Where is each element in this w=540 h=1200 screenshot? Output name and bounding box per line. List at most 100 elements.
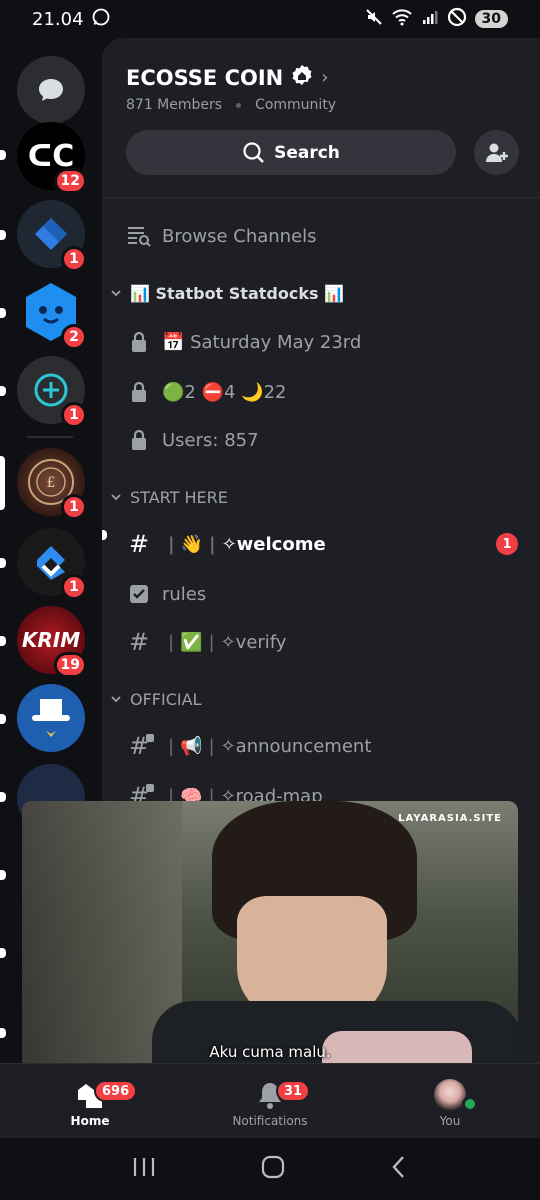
server-icon-blue-diamond[interactable]: 1 [17,200,87,272]
do-not-disturb-icon [447,7,467,32]
unread-badge: 1 [496,533,518,555]
server-name: ECOSSE COIN [126,65,284,90]
channel-announcement[interactable]: # | 📢 | ✧announcement [102,726,540,766]
voice-channel-users[interactable]: Users: 857 [102,420,540,460]
separator-bar: | [208,735,215,757]
unread-pill [0,870,6,880]
add-server-button[interactable]: 1 [17,356,87,428]
unread-pill [0,792,6,802]
server-icon-top-hat[interactable] [17,684,85,752]
mute-icon [365,8,383,31]
lock-icon [126,381,152,403]
channel-welcome[interactable]: # | 👋 | ✧welcome 1 [102,524,540,564]
tab-label: Home [70,1114,110,1128]
category-label: 📊 Statbot Statdocks 📊 [130,283,344,303]
search-icon [243,141,264,163]
server-type: Community [255,97,337,113]
category-label: START HERE [130,487,228,507]
tab-home[interactable]: 696 Home [30,1078,150,1128]
server-logo-text: KRIM [21,628,81,652]
channel-name: rules [162,583,207,605]
header-divider [102,197,540,198]
separator-bar: | [168,631,175,653]
unread-pill [0,308,6,318]
unread-pill [0,714,6,724]
category-official[interactable]: OFFICIAL [102,684,540,714]
invite-members-button[interactable] [474,130,519,175]
direct-messages-button[interactable] [17,56,85,124]
separator-bar: | [168,735,175,757]
server-badge: 19 [53,652,87,678]
channel-name: ✧welcome [221,533,326,555]
rules-checkbox-icon [126,583,152,605]
server-badge: 1 [61,494,87,520]
unread-pill [0,1028,6,1038]
search-button[interactable]: Search [126,130,456,175]
hashtag-icon: # [128,628,150,656]
separator-bar: | [209,533,216,555]
recent-apps-icon[interactable] [131,1155,157,1183]
server-badge: 1 [61,246,87,272]
unread-pill [0,948,6,958]
category-start-here[interactable]: START HERE [102,482,540,512]
unread-pill [0,558,6,568]
server-icon-emblem[interactable]: £ 1 [17,448,87,520]
tab-notifications[interactable]: 31 Notifications [210,1078,330,1128]
separator-bar: | [168,533,175,555]
channel-emoji: 👋 [180,533,203,555]
bottom-nav: 696 Home 31 Notifications You [0,1063,540,1138]
video-watermark: LAYARASIA.SITE [398,813,502,824]
home-badge: 696 [94,1080,138,1102]
avatar [434,1079,466,1111]
member-count: 871 Members [126,97,223,113]
signal-icon [421,8,439,31]
rail-separator [27,436,73,438]
svg-text:£: £ [47,475,56,491]
announcement-channel-icon: # [126,732,154,760]
separator-bar: | [208,631,215,653]
lock-icon [126,331,152,353]
server-icon-krim[interactable]: KRIM 19 [17,606,87,678]
status-bar: 21.04 30 [0,0,540,38]
channel-emoji: 📢 [180,735,203,757]
lock-icon [126,429,152,451]
system-nav-bar [0,1138,540,1200]
server-badge: 1 [61,574,87,600]
channel-rules[interactable]: rules [102,574,540,614]
channel-name: Users: 857 [162,429,259,451]
home-button-icon[interactable] [260,1154,286,1184]
back-icon[interactable] [389,1154,409,1184]
server-header[interactable]: ECOSSE COIN › 871 Members Community [102,38,540,113]
chat-bubble-icon [39,79,63,101]
tab-you[interactable]: You [390,1078,510,1128]
channel-name: 📅 Saturday May 23rd [162,331,362,353]
browse-channels-label: Browse Channels [162,225,317,247]
chevron-down-icon [110,488,122,507]
selected-pill [0,456,5,510]
chevron-down-icon [110,284,122,303]
browse-channels-item[interactable]: Browse Channels [102,216,540,256]
notifications-badge: 31 [276,1080,311,1102]
category-label: OFFICIAL [130,689,202,709]
channel-name: ✧announcement [220,735,372,757]
online-status-dot [462,1096,478,1112]
voice-channel-status[interactable]: 🟢2 ⛔4 🌙22 [102,372,540,412]
channel-verify[interactable]: # | ✅ | ✧verify [102,622,540,662]
wifi-icon [391,8,413,31]
picture-in-picture-video[interactable]: LAYARASIA.SITE Aku cuma malu. [22,801,518,1079]
unread-pill [0,150,6,160]
search-label: Search [274,142,340,163]
server-icon-blue-cube[interactable]: 2 [17,278,87,350]
server-badge: 12 [53,168,87,194]
chevron-right-icon: › [321,67,329,88]
tab-label: You [439,1114,461,1128]
add-user-icon [485,143,508,162]
server-icon-c-logo[interactable]: 1 [17,528,87,600]
server-icon-dc[interactable]: ᑕC 12 [17,122,87,194]
whatsapp-icon [92,8,110,31]
unread-pill [0,230,6,240]
chevron-down-icon [110,690,122,709]
browse-channels-icon [126,224,152,248]
category-statbot[interactable]: 📊 Statbot Statdocks 📊 [102,278,540,308]
voice-channel-date[interactable]: 📅 Saturday May 23rd [102,322,540,362]
